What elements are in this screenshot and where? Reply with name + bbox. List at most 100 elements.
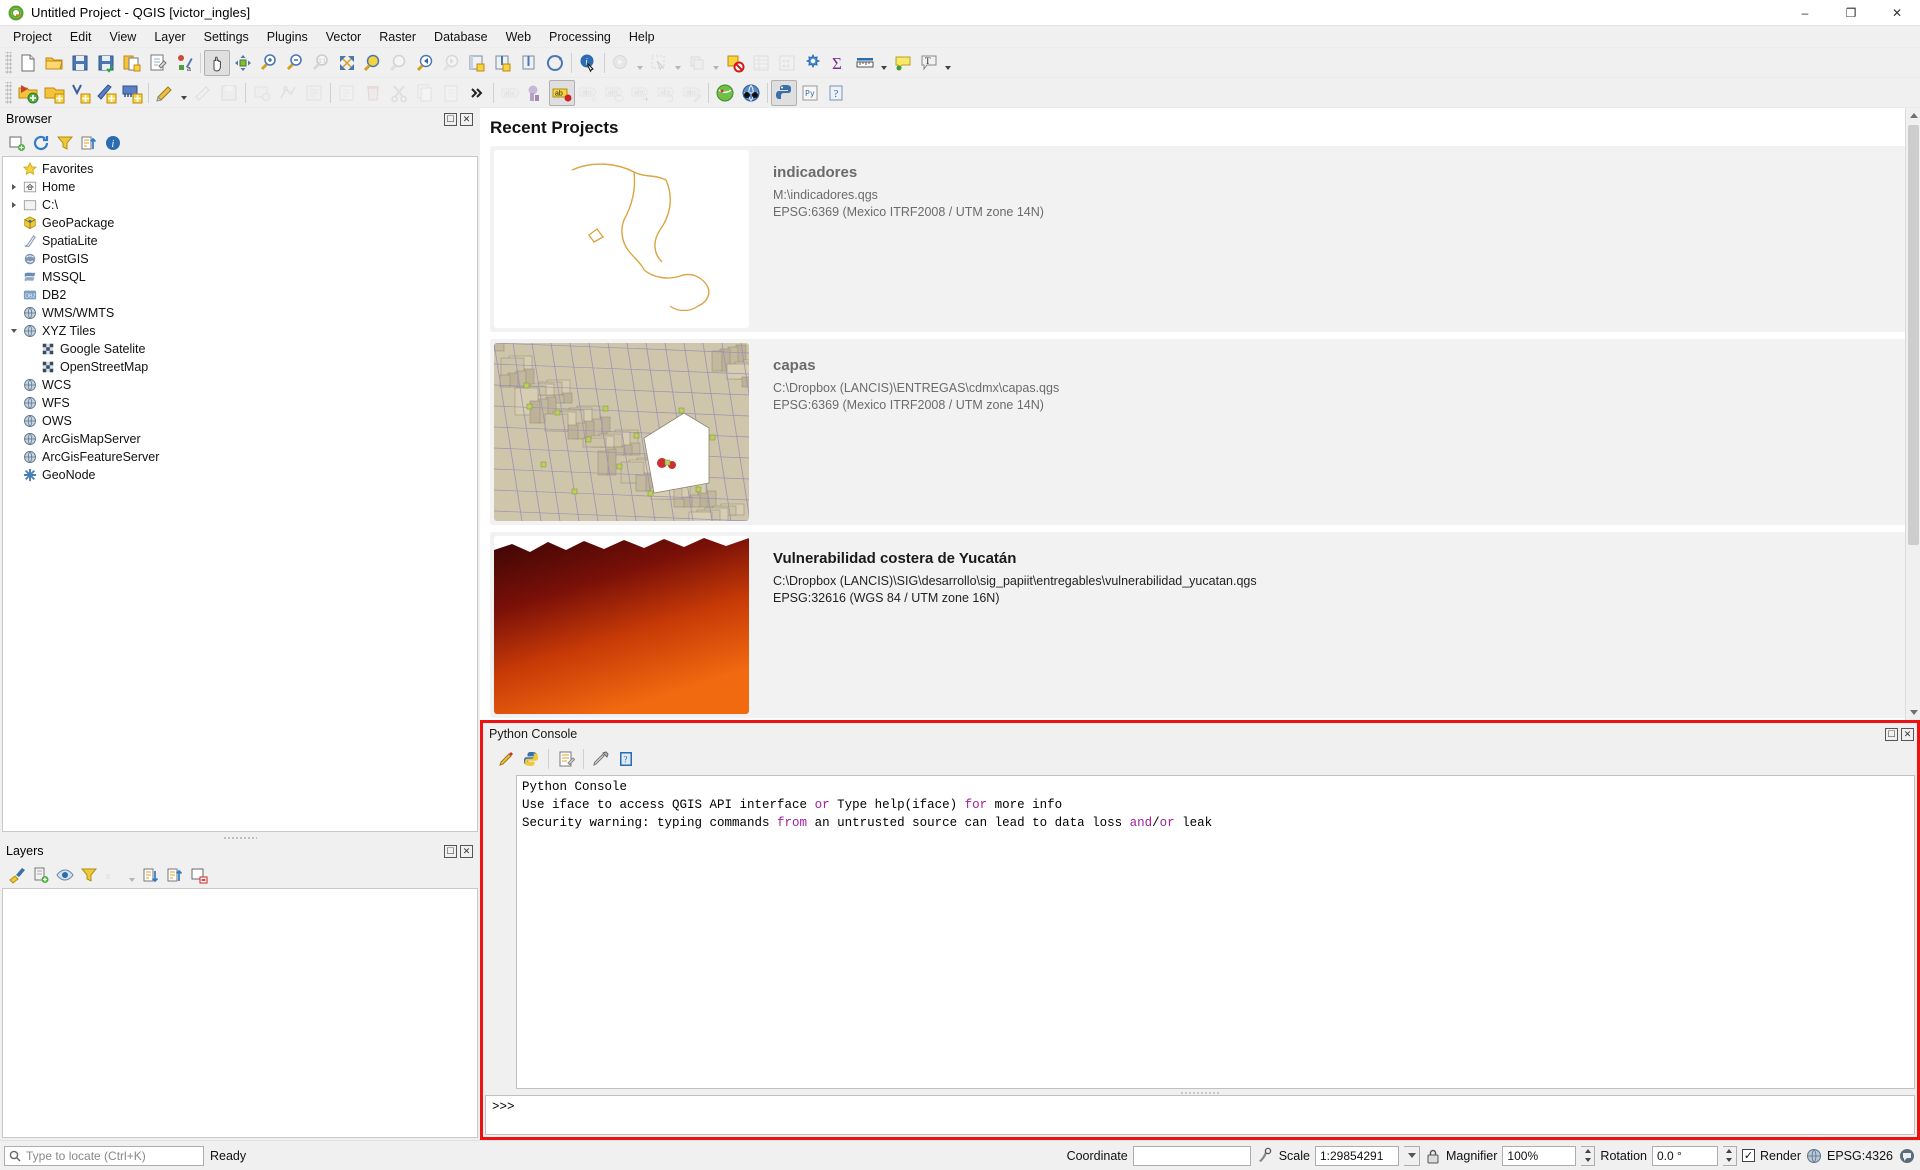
browser-item-mssql[interactable]: MSSQL [3, 268, 477, 286]
layer-labeling-options-button[interactable] [523, 80, 549, 106]
browser-item-postgis[interactable]: PostGIS [3, 250, 477, 268]
feature-action-dropdown[interactable] [634, 50, 646, 76]
browser-item-xyz-tiles[interactable]: XYZ Tiles [3, 322, 477, 340]
refresh-map-view-button[interactable] [516, 50, 542, 76]
refresh-icon[interactable] [30, 132, 52, 154]
rotate-label-button[interactable]: abc [653, 80, 679, 106]
browser-item-c[interactable]: C:\ [3, 196, 477, 214]
close-button[interactable]: ✕ [1874, 0, 1920, 26]
browser-item-geopackage[interactable]: GeoPackage [3, 214, 477, 232]
label-toolbar-abc-2[interactable]: abc [575, 80, 601, 106]
browser-item-wms-wmts[interactable]: WMS/WMTS [3, 304, 477, 322]
identify-features-button[interactable]: i [575, 50, 601, 76]
browser-item-spatialite[interactable]: SpatiaLite [3, 232, 477, 250]
pan-to-selection-button[interactable] [230, 50, 256, 76]
menu-settings[interactable]: Settings [195, 28, 258, 46]
field-calculator-button[interactable] [774, 50, 800, 76]
zoom-out-button[interactable] [282, 50, 308, 76]
browser-item-openstreetmap[interactable]: OpenStreetMap [3, 358, 477, 376]
open-data-source-manager-button[interactable] [15, 80, 41, 106]
properties-info-icon[interactable]: i [102, 132, 124, 154]
move-label-button[interactable]: abc [627, 80, 653, 106]
browser-item-home[interactable]: Home [3, 178, 477, 196]
measure-dropdown[interactable] [878, 50, 890, 76]
metasearch-button[interactable] [738, 80, 764, 106]
magnifier-spinner[interactable] [1581, 1145, 1596, 1166]
maximize-button[interactable]: ❐ [1828, 0, 1874, 26]
browser-item-wfs[interactable]: WFS [3, 394, 477, 412]
browser-item-arcgismapserver[interactable]: ArcGisMapServer [3, 430, 477, 448]
recent-project-card[interactable]: indicadores M:\indicadores.qgs EPSG:6369 (… [490, 146, 1912, 332]
new-text-annotation-button[interactable]: T [916, 50, 942, 76]
layout-manager-button[interactable] [145, 50, 171, 76]
help-icon[interactable]: ? [615, 748, 637, 770]
add-vector-layer-button[interactable] [41, 80, 67, 106]
save-layer-edits-button[interactable] [216, 80, 242, 106]
map-tips-button[interactable] [890, 50, 916, 76]
add-point-feature-button[interactable] [249, 80, 275, 106]
deselect-dropdown[interactable] [710, 50, 722, 76]
browser-item-db2[interactable]: DB2 DB2 [3, 286, 477, 304]
messages-log-icon[interactable] [1898, 1147, 1916, 1165]
zoom-to-layer-button[interactable] [386, 50, 412, 76]
python-editor-button[interactable]: Py [797, 80, 823, 106]
pan-map-button[interactable] [204, 49, 230, 76]
zoom-in-button[interactable] [256, 50, 282, 76]
show-hide-labels-button[interactable]: abc [601, 80, 627, 106]
recent-project-card[interactable]: capas C:\Dropbox (LANCIS)\ENTREGAS\cdmx\c… [490, 339, 1912, 525]
zoom-native-resolution-button[interactable]: 1:1 [308, 50, 334, 76]
filter-legend-icon[interactable] [78, 864, 100, 886]
copy-features-button[interactable] [412, 80, 438, 106]
help-contents-button[interactable]: ? [823, 80, 849, 106]
delete-selected-button[interactable] [360, 80, 386, 106]
crs-globe-icon[interactable] [1806, 1148, 1822, 1164]
run-script-icon[interactable] [520, 748, 542, 770]
recent-projects-scrollbar[interactable] [1905, 108, 1920, 720]
rotation-field[interactable]: 0.0 ° [1651, 1145, 1718, 1166]
save-project-as-button[interactable] [93, 50, 119, 76]
cut-features-button[interactable] [386, 80, 412, 106]
menu-view[interactable]: View [100, 28, 145, 46]
expander-chevron-icon[interactable] [7, 184, 21, 190]
processing-toolbox-button[interactable] [800, 50, 826, 76]
layers-float-button[interactable]: ☐ [444, 844, 457, 858]
change-label-button[interactable]: abc [679, 80, 705, 106]
coordinate-capture-icon[interactable] [1256, 1147, 1274, 1165]
magnifier-field[interactable]: 100% [1502, 1145, 1577, 1166]
recent-project-card[interactable]: Vulnerabilidad costera de Yucatán C:\Drop… [490, 532, 1912, 718]
remove-layer-icon[interactable] [188, 864, 210, 886]
current-edits-dropdown[interactable] [178, 80, 190, 106]
expand-all-icon[interactable] [140, 864, 162, 886]
expander-chevron-icon[interactable] [7, 202, 21, 208]
browser-item-wcs[interactable]: WCS [3, 376, 477, 394]
vertex-tool-button[interactable] [275, 80, 301, 106]
collapse-all-icon[interactable] [78, 132, 100, 154]
menu-raster[interactable]: Raster [370, 28, 425, 46]
menu-help[interactable]: Help [620, 28, 664, 46]
current-edits-button[interactable] [152, 80, 178, 106]
browser-item-arcgisfeatureserver[interactable]: ArcGisFeatureServer [3, 448, 477, 466]
zoom-next-button[interactable] [438, 50, 464, 76]
scroll-up-icon[interactable] [1906, 108, 1920, 123]
new-map-view-button[interactable] [464, 50, 490, 76]
rotation-spinner[interactable] [1722, 1145, 1737, 1166]
browser-item-google-satelite[interactable]: Google Satelite [3, 340, 477, 358]
scale-dropdown-icon[interactable] [1404, 1145, 1420, 1166]
menu-edit[interactable]: Edit [61, 28, 101, 46]
clear-console-icon[interactable] [495, 748, 517, 770]
menu-vector[interactable]: Vector [317, 28, 370, 46]
menu-plugins[interactable]: Plugins [258, 28, 317, 46]
toolbar-grip[interactable] [5, 51, 12, 74]
collapse-all-icon[interactable] [164, 864, 186, 886]
open-attribute-table-button[interactable] [748, 50, 774, 76]
run-feature-action-button[interactable] [608, 50, 634, 76]
zoom-full-button[interactable] [334, 50, 360, 76]
menu-project[interactable]: Project [4, 28, 61, 46]
lock-scale-icon[interactable] [1425, 1147, 1441, 1165]
browser-item-geonode[interactable]: GeoNode [3, 466, 477, 484]
browser-float-button[interactable]: ☐ [444, 112, 457, 126]
options-icon[interactable] [590, 748, 612, 770]
toggle-editing-button[interactable] [190, 80, 216, 106]
statistical-summary-button[interactable]: Σ [826, 50, 852, 76]
filter-legend-expression-icon[interactable]: ε [102, 864, 124, 886]
